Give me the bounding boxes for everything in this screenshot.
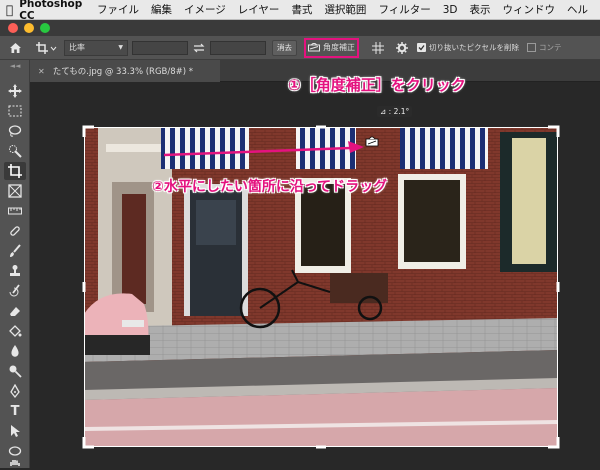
home-icon[interactable]: [0, 42, 30, 54]
callout-step1: ①［角度補正］をクリック: [288, 76, 466, 94]
frame-tool-icon[interactable]: [4, 182, 26, 200]
menu-help[interactable]: ヘル: [567, 2, 588, 17]
healing-brush-tool-icon[interactable]: [4, 222, 26, 240]
marquee-tool-icon[interactable]: [4, 102, 26, 120]
zoom-window-button[interactable]: [40, 23, 50, 33]
overlay-grid-icon[interactable]: [365, 41, 391, 54]
canvas-area[interactable]: ⊿ : 2.1°: [30, 82, 600, 468]
paint-bucket-tool-icon[interactable]: [4, 322, 26, 340]
width-input[interactable]: [132, 40, 188, 55]
angle-readout: ⊿ : 2.1°: [377, 106, 413, 117]
swap-icon[interactable]: [188, 43, 210, 53]
crop-tool-icon[interactable]: [4, 162, 26, 180]
app-name[interactable]: Photoshop CC: [19, 0, 85, 22]
crop-tool-preset-icon[interactable]: [30, 41, 64, 54]
straighten-button[interactable]: 角度補正: [308, 41, 355, 55]
window-title-bar: [0, 20, 600, 36]
menu-file[interactable]: ファイル: [97, 2, 139, 17]
menu-image[interactable]: イメージ: [184, 2, 226, 17]
straighten-highlight: 角度補正: [304, 37, 359, 58]
blur-tool-icon[interactable]: [4, 342, 26, 360]
callout-step2: ②水平にしたい箇所に沿ってドラッグ: [152, 179, 388, 195]
clear-button[interactable]: 消去: [272, 39, 297, 56]
menu-select[interactable]: 選択範囲: [324, 2, 366, 17]
content-aware-box: [527, 43, 536, 52]
hand-tool-icon[interactable]: [4, 460, 26, 470]
content-aware-checkbox[interactable]: コンテ: [527, 42, 562, 53]
document-tab-title: たてもの.jpg @ 33.3% (RGB/8#) *: [52, 67, 194, 77]
dodge-tool-icon[interactable]: [4, 362, 26, 380]
content-aware-label: コンテ: [539, 43, 562, 52]
menu-bar:  Photoshop CC ファイル 編集 イメージ レイヤー 書式 選択範囲…: [0, 0, 600, 22]
quick-selection-tool-icon[interactable]: [4, 142, 26, 160]
minimize-window-button[interactable]: [24, 23, 34, 33]
ellipse-tool-icon[interactable]: [4, 442, 26, 460]
delete-pixels-label: 切り抜いたピクセルを削除: [429, 43, 519, 52]
menu-window[interactable]: ウィンドウ: [503, 2, 556, 17]
checkbox-check-icon: [417, 43, 426, 52]
move-tool-icon[interactable]: [4, 82, 26, 100]
path-selection-tool-icon[interactable]: [4, 422, 26, 440]
ratio-select[interactable]: 比率 ▼: [64, 39, 128, 56]
straighten-icon: [308, 43, 320, 52]
menu-filter[interactable]: フィルター: [378, 2, 430, 17]
lasso-tool-icon[interactable]: [4, 122, 26, 140]
menu-3d[interactable]: 3D: [443, 4, 458, 16]
options-bar: 比率 ▼ 消去 角度補正 切り抜いたピクセルを削除 コンテ: [0, 36, 600, 60]
brush-tool-icon[interactable]: [4, 242, 26, 260]
pen-tool-icon[interactable]: [4, 382, 26, 400]
apple-menu-icon[interactable]: : [0, 3, 19, 17]
straighten-label: 角度補正: [323, 43, 355, 52]
tools-panel: ◄◄ T: [0, 60, 30, 468]
chevron-down-icon: ▼: [118, 44, 123, 51]
eraser-tool-icon[interactable]: [4, 302, 26, 320]
menu-edit[interactable]: 編集: [151, 2, 172, 17]
gear-icon[interactable]: [391, 41, 413, 54]
photo: [84, 127, 558, 447]
ratio-select-label: 比率: [69, 43, 85, 52]
close-window-button[interactable]: [8, 23, 18, 33]
tab-close-icon[interactable]: ✕: [38, 67, 45, 76]
menu-type[interactable]: 書式: [291, 2, 312, 17]
stamp-tool-icon[interactable]: [4, 262, 26, 280]
menu-layer[interactable]: レイヤー: [238, 2, 280, 17]
history-brush-tool-icon[interactable]: [4, 282, 26, 300]
panel-collapse-icon[interactable]: ◄◄: [4, 62, 26, 70]
menu-view[interactable]: 表示: [470, 2, 491, 17]
type-tool-icon[interactable]: T: [4, 402, 26, 420]
delete-pixels-checkbox[interactable]: 切り抜いたピクセルを削除: [417, 42, 519, 53]
document-tab[interactable]: ✕ たてもの.jpg @ 33.3% (RGB/8#) *: [30, 60, 220, 82]
ruler-tool-icon[interactable]: [4, 202, 26, 220]
height-input[interactable]: [210, 40, 266, 55]
canvas-svg: [82, 125, 560, 449]
